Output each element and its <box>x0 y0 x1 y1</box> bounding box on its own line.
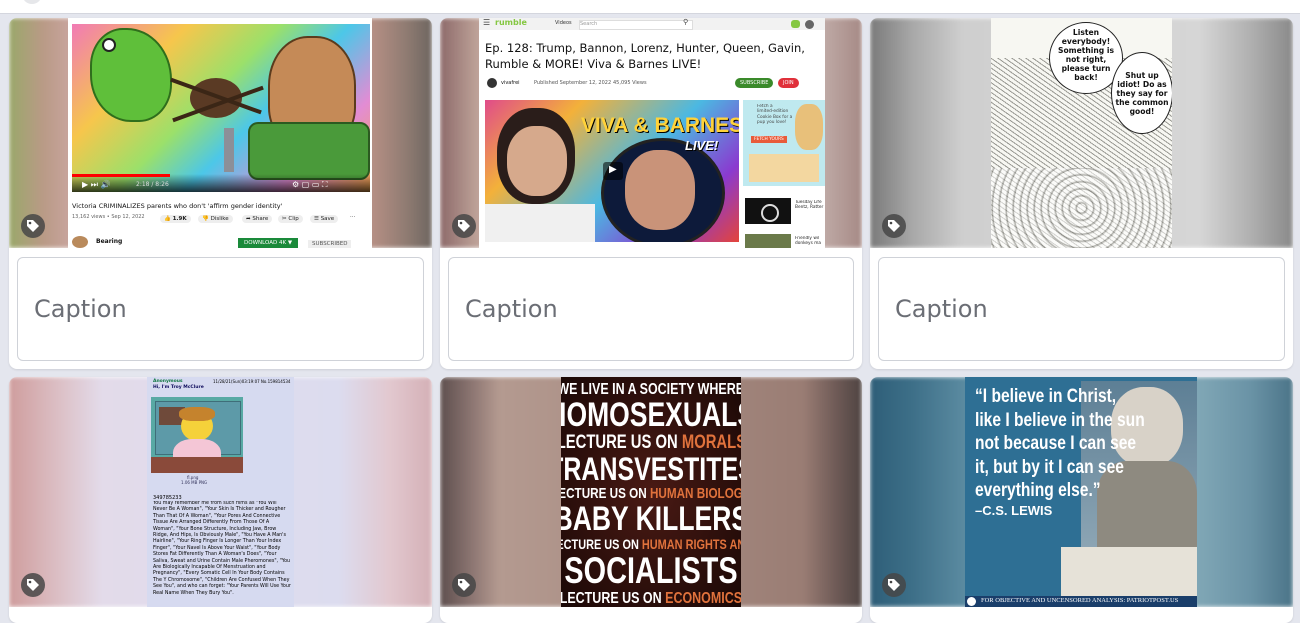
thumbnail-live: LIVE! <box>685 138 719 153</box>
channel-avatar <box>72 236 88 248</box>
gallery-card-6: “I believe in Christ, like I believe in t… <box>870 377 1293 623</box>
gallery-card-4: Anonymous Hi, I'm Troy McClure 11/28/21(… <box>9 377 432 623</box>
card-image[interactable]: Anonymous Hi, I'm Troy McClure 11/28/21(… <box>9 377 432 607</box>
caption-field[interactable] <box>878 257 1285 361</box>
post-meta: 11/28/21(Sun)03:19:07 No.159814534 <box>213 379 291 384</box>
poster-line: LECTURE US ON MORALS <box>561 432 741 453</box>
quote-line: “I believe in Christ, <box>975 386 1117 407</box>
quote-line: everything else.” <box>975 480 1101 501</box>
videos-dropdown: Videos <box>555 20 572 26</box>
quote-line: it, but by it I can see <box>975 456 1124 478</box>
video-thumbnail: VIVA & BARNES LIVE! ▶ <box>485 100 739 242</box>
rumble-title: Ep. 128: Trump, Bannon, Lorenz, Hunter, … <box>485 41 805 71</box>
sidebar-thumb-2 <box>745 234 791 248</box>
tag-icon[interactable] <box>21 573 45 597</box>
channel-avatar <box>487 78 497 88</box>
poster-footer-bar: FOR OBJECTIVE AND UNCENSORED ANALYSIS: P… <box>965 596 1197 607</box>
download-badge: DOWNLOAD 4K ▼ <box>238 238 299 248</box>
post-body: You may remember me from such films as "… <box>153 501 291 596</box>
subscribed-badge: SUBSCRIBED <box>308 240 352 248</box>
ad-button: FETCH YOURS <box>751 136 787 143</box>
sidebar-thumb-1 <box>745 198 791 224</box>
save-label: Save <box>320 216 335 222</box>
view-count: 45,095 Views <box>613 80 647 86</box>
channel-name: vivafrei <box>501 80 520 86</box>
caption-input[interactable] <box>449 258 853 360</box>
user-avatar-icon <box>805 20 814 29</box>
card-image[interactable]: “I believe in Christ, like I believe in t… <box>870 377 1293 607</box>
tag-icon[interactable] <box>452 214 476 238</box>
poster-line: TRANSVESTITES <box>561 451 741 487</box>
gallery-card-2: ☰ rumble Videos Search ⚲ Ep. 128: Trump,… <box>440 18 862 369</box>
player-time: 2:18 / 8:26 <box>136 181 169 188</box>
join-button: JOIN <box>778 78 799 88</box>
poster-line: SOCIALISTS <box>564 550 738 591</box>
channel-name: Bearing <box>96 238 123 245</box>
search-icon: ⚲ <box>683 18 689 26</box>
footer-text: FOR OBJECTIVE AND UNCENSORED ANALYSIS: P… <box>981 597 1179 604</box>
tag-icon[interactable] <box>452 573 476 597</box>
tag-icon[interactable] <box>882 573 906 597</box>
upload-icon <box>791 20 800 28</box>
imageboard-post: Anonymous Hi, I'm Troy McClure 11/28/21(… <box>147 377 294 607</box>
caption-field[interactable] <box>448 257 854 361</box>
quote-line: not because I can see <box>975 433 1137 454</box>
youtube-screenshot: ▶ ⏭ 🔊 2:18 / 8:26 ⚙ ▢ ▭ ⛶ Victoria CRIMI… <box>68 18 372 248</box>
rumble-screenshot: ☰ rumble Videos Search ⚲ Ep. 128: Trump,… <box>479 18 825 248</box>
speech-bubble-1: Listen everybody! Something is not right… <box>1058 28 1114 82</box>
cartoon-image: Listen everybody! Something is not right… <box>991 18 1172 248</box>
play-icon: ▶ <box>603 162 623 180</box>
poster-image: WE LIVE IN A SOCIETY WHEREHOMOSEXUALSLEC… <box>561 377 741 607</box>
speech-bubble-2: Shut up idiot! Do as they say for the co… <box>1115 70 1169 116</box>
poster-name: Anonymous <box>153 379 183 384</box>
quote-line: like I believe in the sun <box>975 409 1145 431</box>
badge-icon <box>967 597 976 606</box>
video-title: Victoria CRIMINALIZES parents who don't … <box>72 202 283 210</box>
card-image[interactable]: Listen everybody! Something is not right… <box>870 18 1293 248</box>
gallery-card-5: WE LIVE IN A SOCIETY WHEREHOMOSEXUALSLEC… <box>440 377 862 623</box>
quote-attribution: –C.S. LEWIS <box>975 503 1053 518</box>
rumble-logo: rumble <box>495 18 527 27</box>
like-count: 1.9K <box>172 216 187 222</box>
caption-input[interactable] <box>18 258 423 360</box>
views-date: 13,162 views • Sep 12, 2022 <box>72 214 145 220</box>
gallery-card-1: ▶ ⏭ 🔊 2:18 / 8:26 ⚙ ▢ ▭ ⛶ Victoria CRIMI… <box>9 18 432 369</box>
tag-icon[interactable] <box>21 214 45 238</box>
attached-image <box>151 397 243 473</box>
card-image[interactable]: WE LIVE IN A SOCIETY WHEREHOMOSEXUALSLEC… <box>440 377 862 607</box>
poster-line: BABY KILLERS <box>561 500 741 538</box>
gallery-card-3: Listen everybody! Something is not right… <box>870 18 1293 369</box>
caption-field[interactable] <box>17 257 424 361</box>
caption-input[interactable] <box>879 258 1284 360</box>
file-size: 1.06 MB PNG <box>181 480 208 485</box>
thumbnail-headline: VIVA & BARNES <box>581 114 739 137</box>
post-subject: Hi, I'm Troy McClure <box>153 385 204 390</box>
share-label: Share <box>252 216 269 222</box>
ad-panel: Fetch a limited-edition Cookie Box for a pu… <box>743 100 825 186</box>
published-date: Published September 12, 2022 <box>534 80 612 86</box>
sidebar-title-1: Tuesday Life Bentz, Ratter <box>795 200 824 210</box>
quote-text: “I believe in Christ, like I believe in t… <box>975 385 1145 505</box>
clip-label: Clip <box>288 216 299 222</box>
poster-line: LECTURE US ON ECONOMICS <box>561 590 741 607</box>
top-bar <box>0 0 1300 14</box>
dislike-label: Dislike <box>210 216 229 222</box>
card-image[interactable]: ▶ ⏭ 🔊 2:18 / 8:26 ⚙ ▢ ▭ ⛶ Victoria CRIMI… <box>9 18 432 248</box>
poster-text: WE LIVE IN A SOCIETY WHEREHOMOSEXUALSLEC… <box>561 381 741 607</box>
top-bar-control[interactable] <box>22 0 42 4</box>
search-box: Search <box>579 20 693 30</box>
quote-poster: “I believe in Christ, like I believe in t… <box>965 377 1197 607</box>
tag-icon[interactable] <box>882 214 906 238</box>
card-image[interactable]: ☰ rumble Videos Search ⚲ Ep. 128: Trump,… <box>440 18 862 248</box>
sidebar-title-2: Friendly wil donkeys ma <box>795 236 822 246</box>
poster-line: HOMOSEXUALS <box>561 396 741 434</box>
subscribe-button: SUBSCRIBE <box>735 78 774 88</box>
